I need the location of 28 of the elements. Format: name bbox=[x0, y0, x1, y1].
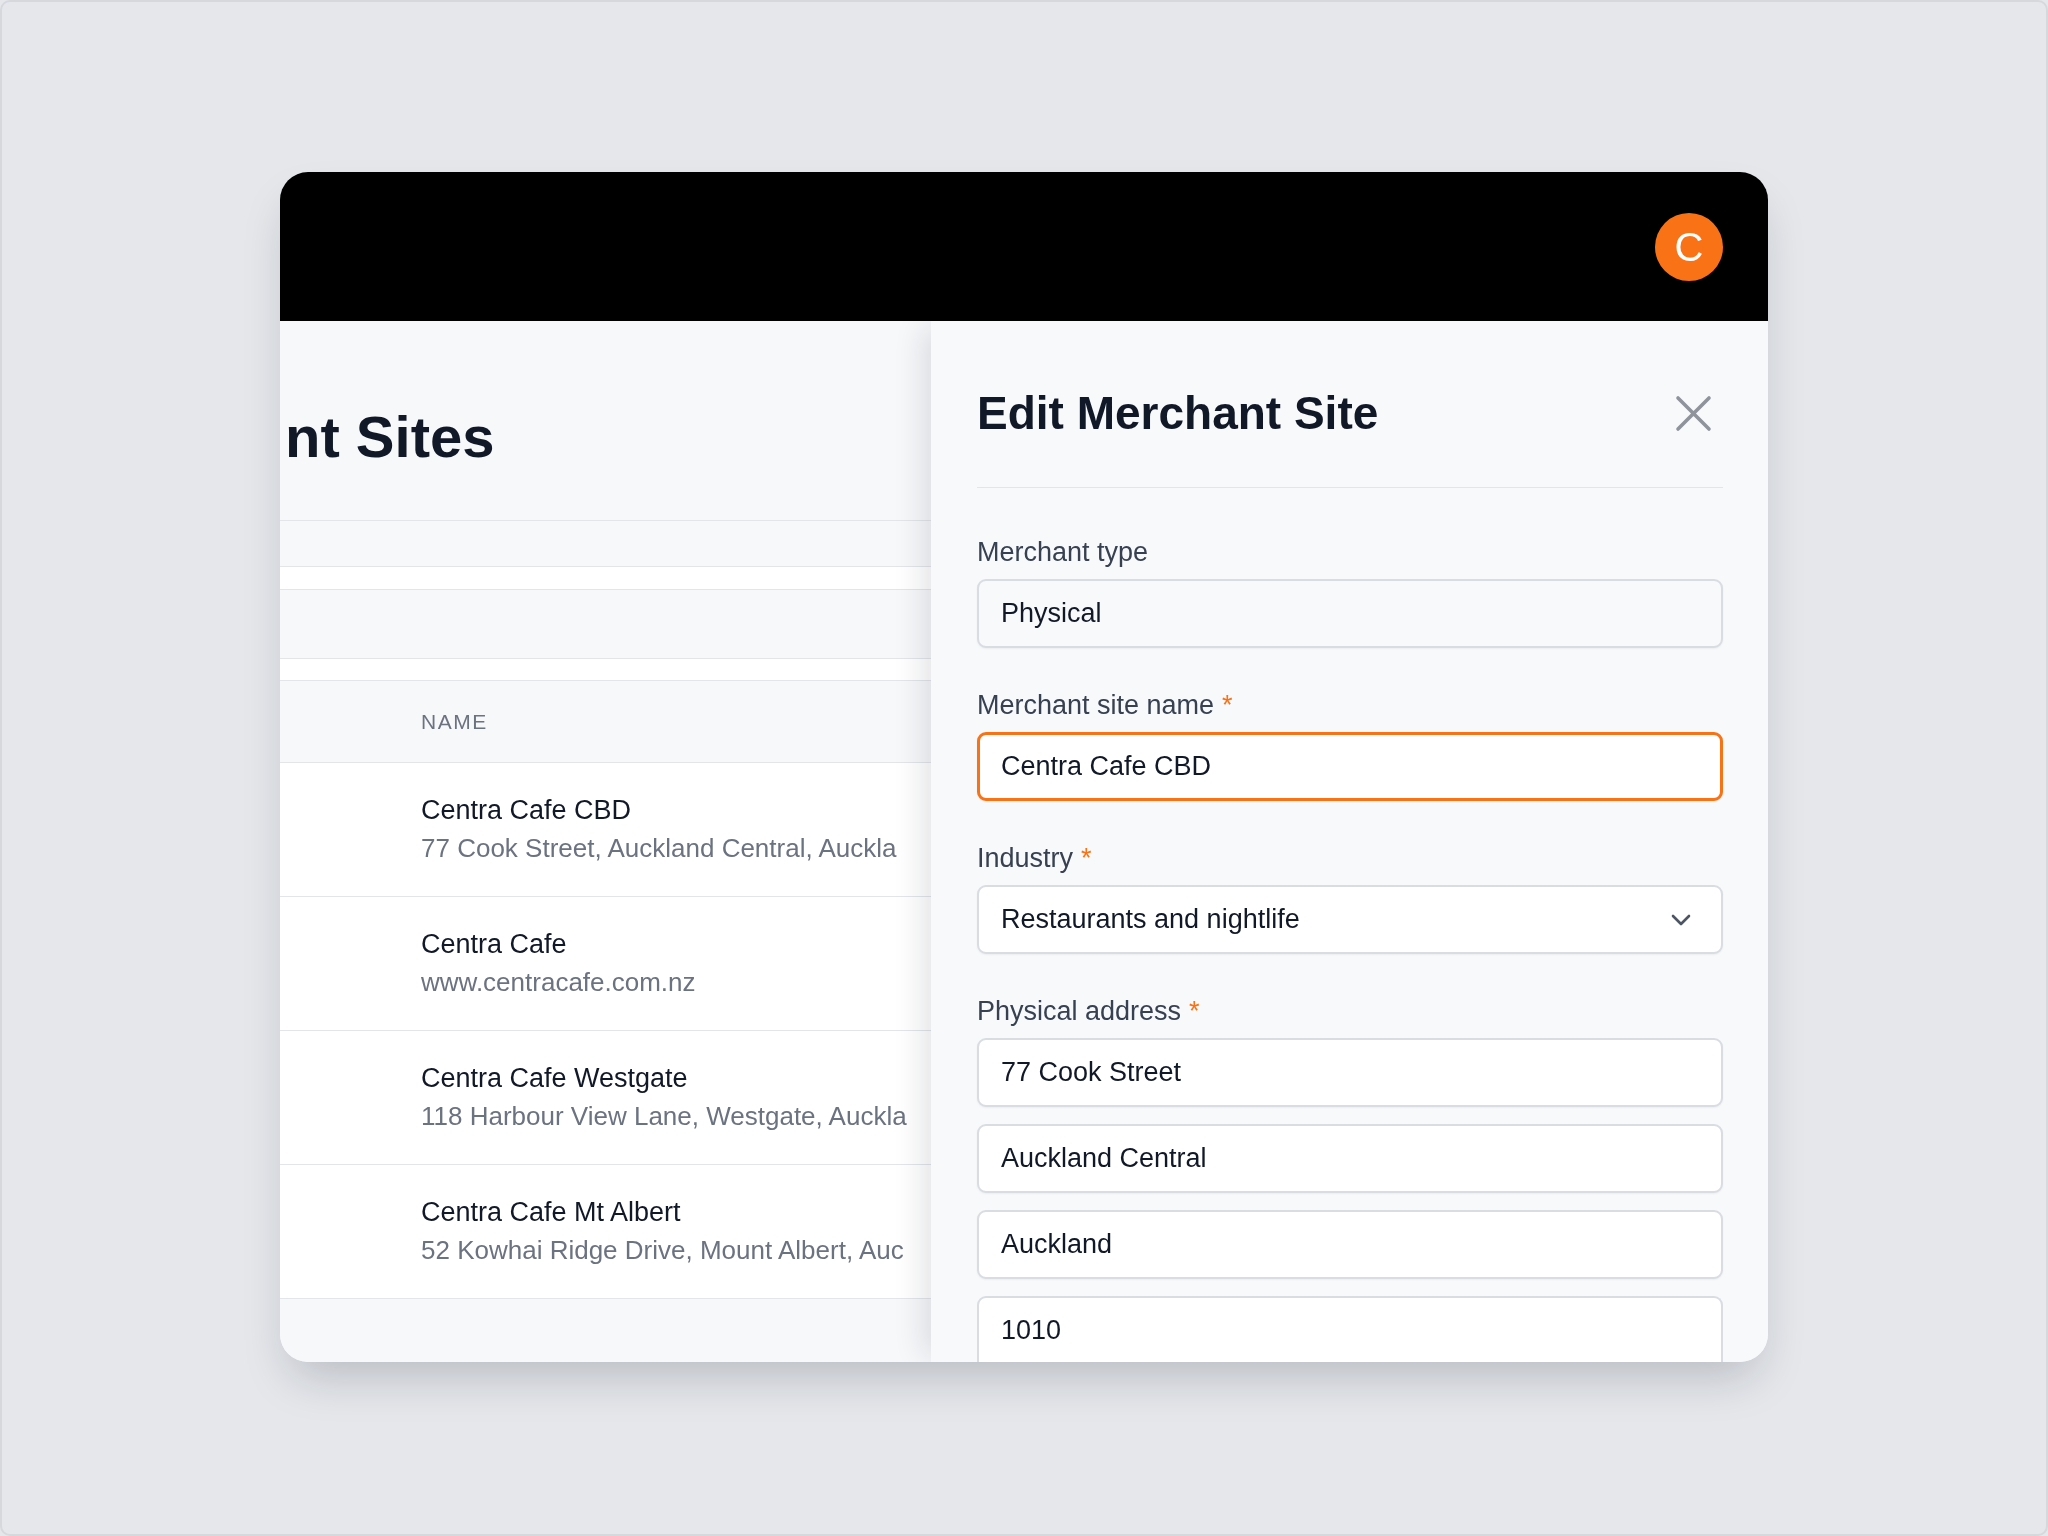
input-field[interactable]: Auckland bbox=[977, 1210, 1723, 1279]
site-detail: www.centracafe.com.nz bbox=[421, 966, 696, 999]
site-detail: 118 Harbour View Lane, Westgate, Auckla bbox=[421, 1100, 907, 1133]
field-label: Merchant type bbox=[977, 536, 1149, 568]
close-icon bbox=[1675, 394, 1712, 432]
input-field[interactable]: 77 Cook Street bbox=[977, 1038, 1723, 1107]
field-label: Physical address bbox=[977, 995, 1182, 1027]
page-title: nt Sites bbox=[285, 403, 495, 471]
input-field[interactable]: Auckland Central bbox=[977, 1124, 1723, 1193]
drawer-title: Edit Merchant Site bbox=[977, 386, 1379, 441]
required-mark: * bbox=[1222, 689, 1233, 721]
close-button[interactable] bbox=[1675, 394, 1712, 432]
site-name: Centra Cafe bbox=[421, 928, 567, 961]
site-detail: 77 Cook Street, Auckland Central, Auckla bbox=[421, 832, 897, 865]
column-header: NAME bbox=[421, 709, 488, 734]
required-mark: * bbox=[1081, 842, 1092, 874]
input-field[interactable]: 1010 bbox=[977, 1296, 1723, 1362]
site-detail: 52 Kowhai Ridge Drive, Mount Albert, Auc bbox=[421, 1234, 904, 1267]
input-field[interactable]: Centra Cafe CBD bbox=[977, 732, 1723, 801]
required-mark: * bbox=[1189, 995, 1200, 1027]
site-name: Centra Cafe Westgate bbox=[421, 1062, 688, 1095]
site-name: Centra Cafe CBD bbox=[421, 794, 632, 827]
site-name: Centra Cafe Mt Albert bbox=[421, 1196, 681, 1229]
field-label: Merchant site name bbox=[977, 689, 1215, 721]
field-label: Industry bbox=[977, 842, 1074, 874]
chevron-down-icon bbox=[1671, 913, 1691, 926]
select-field[interactable]: Restaurants and nightlife bbox=[977, 885, 1723, 954]
input-field[interactable]: Physical bbox=[977, 579, 1723, 648]
